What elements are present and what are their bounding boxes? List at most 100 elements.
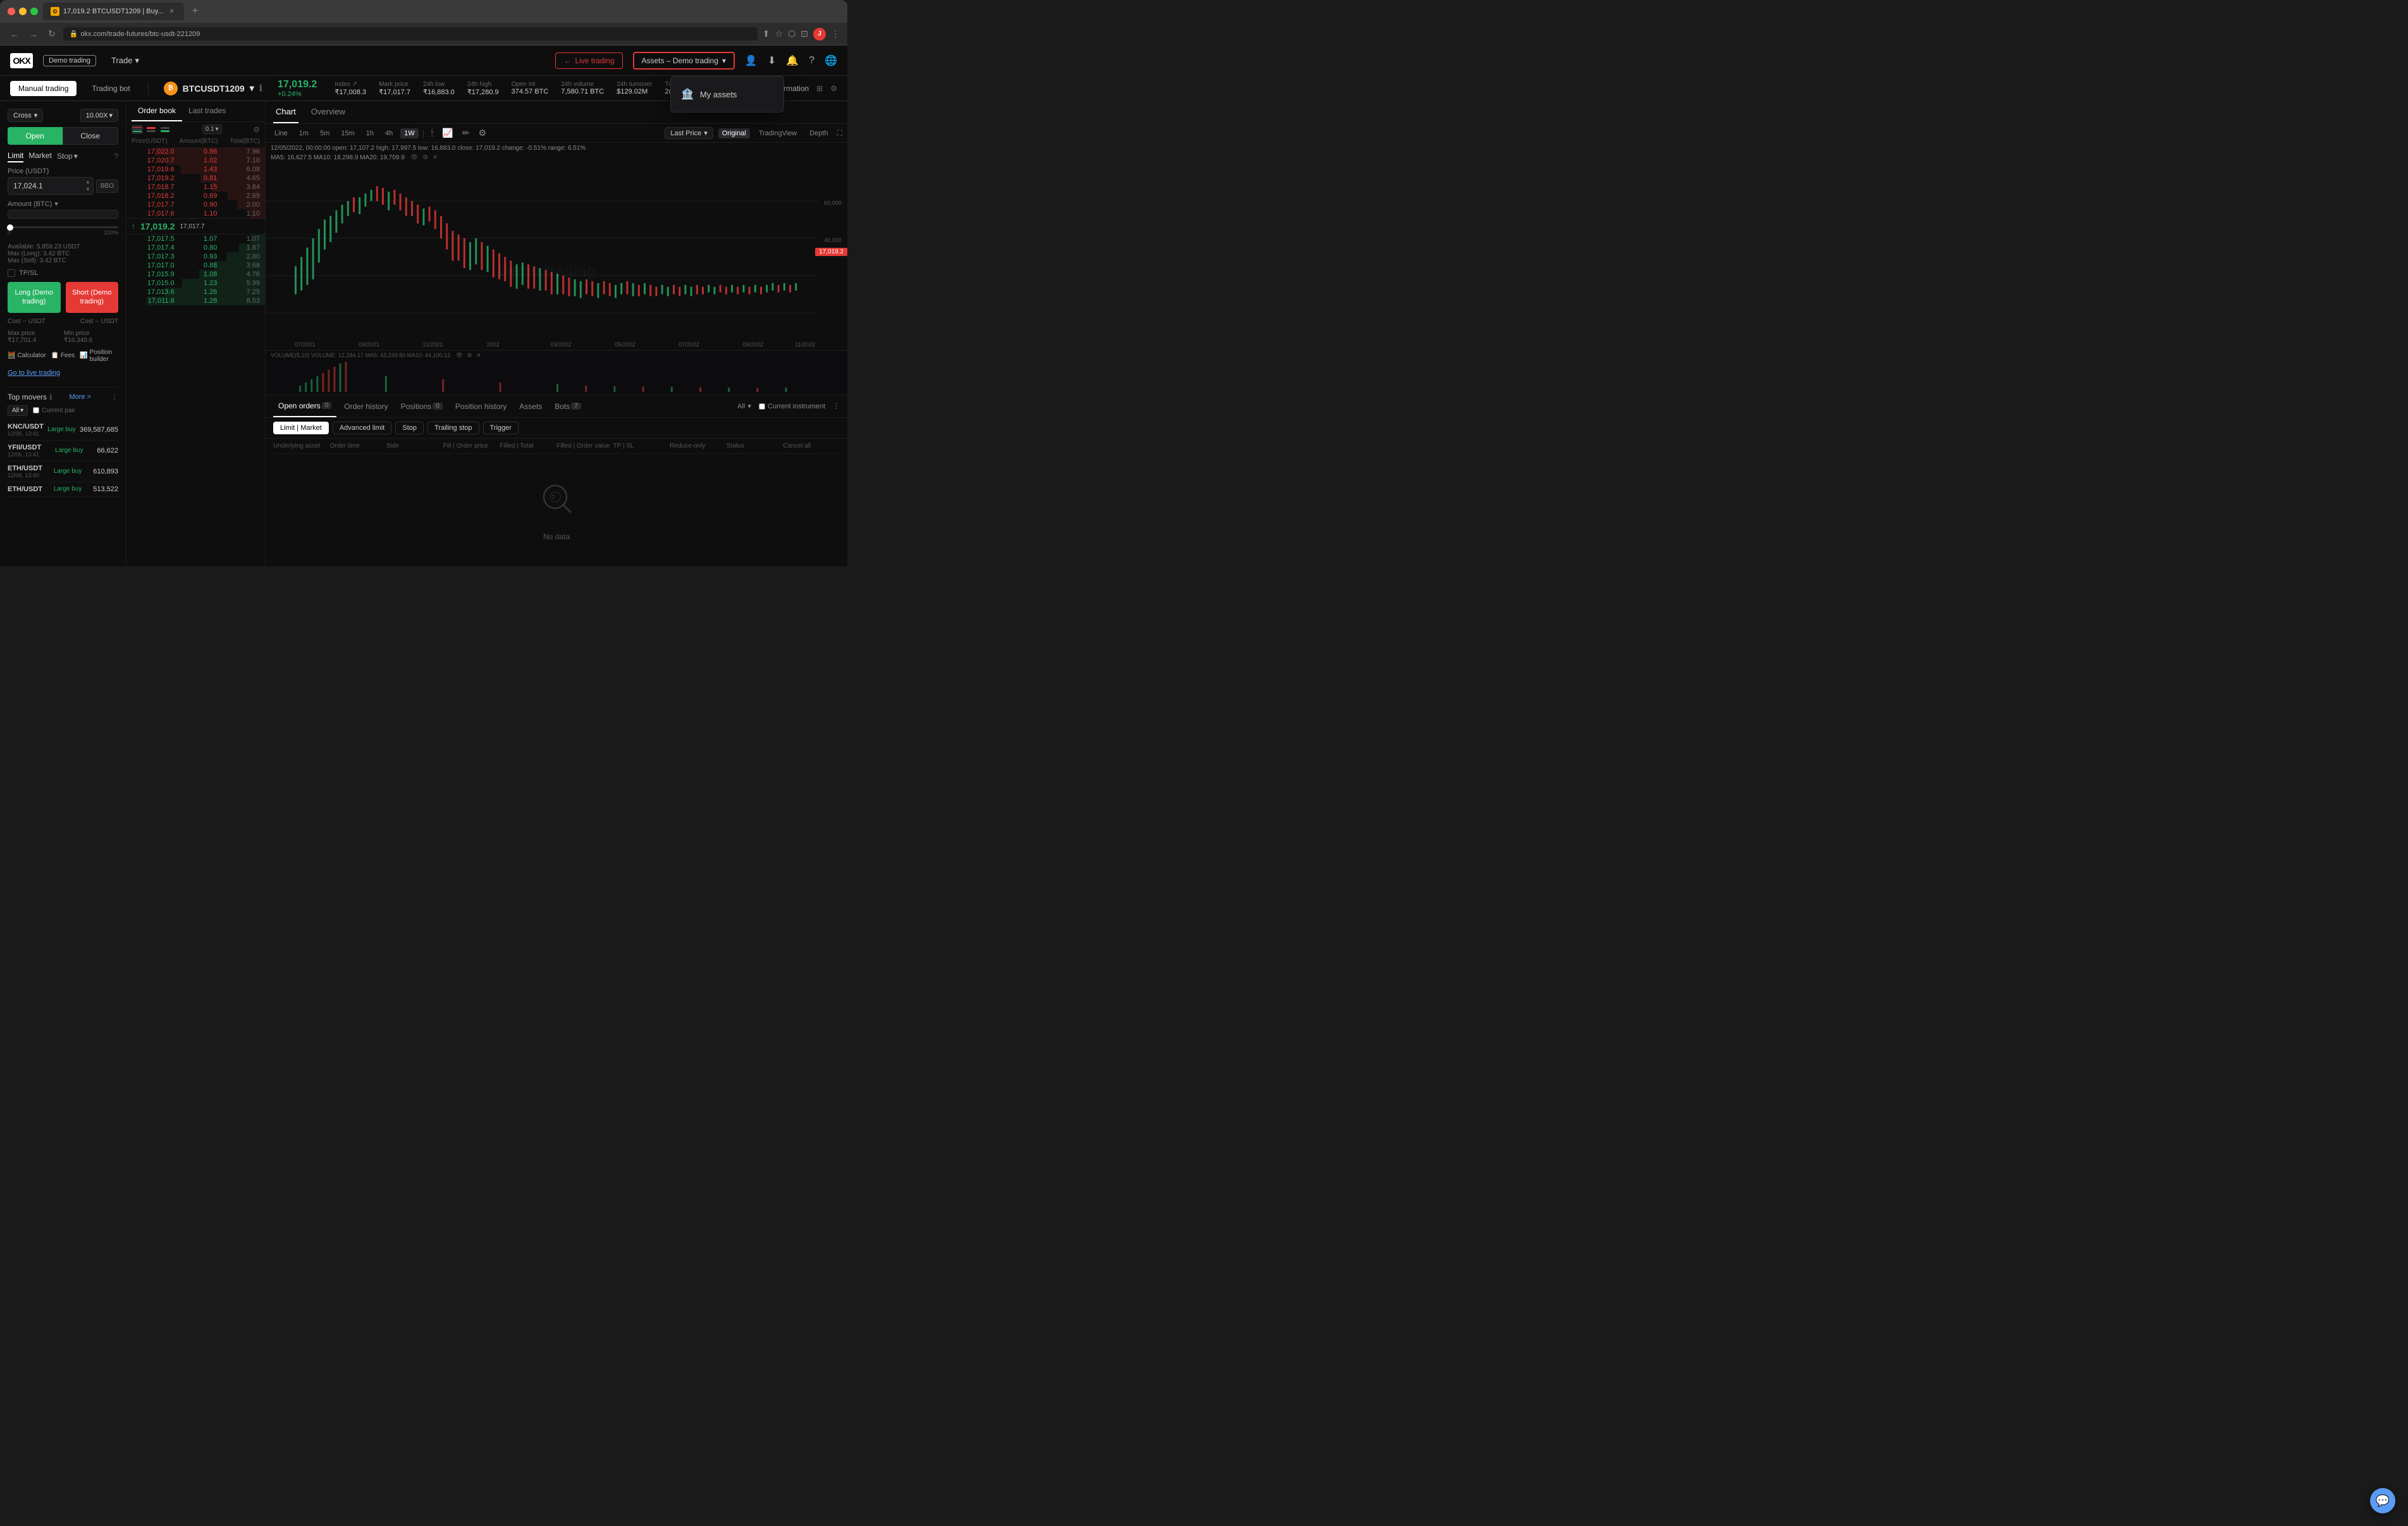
position-builder-tool[interactable]: 📊 Position builder [80,349,118,363]
filter-stop[interactable]: Stop [395,422,424,434]
table-row[interactable]: 17,020.7 1.02 7.10 [126,156,265,165]
trading-bot-button[interactable]: Trading bot [84,82,137,95]
depth-btn[interactable]: Depth [806,128,832,138]
table-row[interactable]: 17,017.0 0.88 3.68 [126,261,265,270]
table-row[interactable]: 17,017.5 1.07 1.07 [126,235,265,243]
back-button[interactable]: ← [8,28,22,40]
ct-candle-icon[interactable]: 🕯 [428,126,436,140]
ct-1w-btn[interactable]: 1W [400,128,419,138]
last-price-select[interactable]: Last Price ▾ [665,127,713,139]
slider-thumb[interactable] [7,224,13,231]
download-icon[interactable]: ⬇ [768,54,776,67]
browser-tab-active[interactable]: O 17,019.2 BTCUSDT1209 | Buy... ✕ [43,3,184,20]
browser-user-avatar[interactable]: J [813,28,826,40]
calculator-tool[interactable]: 🧮 Calculator [8,349,46,363]
current-pair-checkbox[interactable] [33,407,39,413]
extensions-icon[interactable]: ⬡ [788,28,796,39]
ct-settings-icon[interactable]: ⚙ [476,126,489,140]
filter-trigger[interactable]: Trigger [483,422,519,434]
assets-demo-button[interactable]: Assets – Demo trading ▾ [633,52,735,70]
address-bar[interactable]: 🔒 okx.com/trade-futures/btc-usdt-221209 [63,27,758,40]
ob-size-select[interactable]: 0.1 ▾ [202,125,222,134]
close-button[interactable]: Close [63,127,119,145]
my-assets-item[interactable]: 🏦 My assets [671,82,783,107]
maximize-window-button[interactable] [30,8,38,15]
tab-orderbook[interactable]: Order book [132,101,182,121]
more-options-icon[interactable]: ⋮ [831,28,840,39]
close-window-button[interactable] [8,8,15,15]
help-icon[interactable]: ? [809,55,814,66]
table-row[interactable]: 17,017.7 0.90 2.00 [126,200,265,209]
tradingview-btn[interactable]: TradingView [755,128,801,138]
movers-filter-all[interactable]: All ▾ [8,405,28,416]
open-button[interactable]: Open [8,127,63,145]
ct-5m-btn[interactable]: 5m [316,128,333,138]
tab-positions[interactable]: Positions 0 [396,395,448,417]
tab-assets[interactable]: Assets [514,395,547,417]
market-tab[interactable]: Market [28,150,52,162]
original-btn[interactable]: Original [718,128,750,138]
go-live-link[interactable]: Go to live trading [8,369,60,377]
settings-icon[interactable]: ⚙ [830,84,837,93]
trade-menu[interactable]: Trade ▾ [106,53,144,68]
bookmark-icon[interactable]: ☆ [775,28,783,39]
ct-1h-btn[interactable]: 1h [362,128,378,138]
ob-view-sell-icon[interactable] [145,125,157,134]
filter-limit-market[interactable]: Limit | Market [273,422,329,434]
short-button[interactable]: Short (Demo trading) [66,282,119,313]
table-row[interactable]: 17,017.6 1.10 1.10 [126,209,265,218]
bottom-menu-icon[interactable]: ⋮ [833,402,840,410]
ct-line-btn[interactable]: Line [271,128,292,138]
screenshot-icon[interactable]: ⬆ [763,28,770,39]
layout-icon[interactable]: ⊞ [816,84,823,93]
demo-trading-button[interactable]: Demo trading [43,55,96,66]
live-trading-button[interactable]: ← Live trading [555,52,622,69]
fees-tool[interactable]: 📋 Fees [51,349,75,363]
leverage-select[interactable]: 10.00X ▾ [80,109,118,122]
table-row[interactable]: 17,011.8 1.28 8.53 [126,296,265,305]
ma-close-icon[interactable]: ✕ [433,154,438,161]
table-row[interactable]: 17,018.2 0.69 2.69 [126,192,265,200]
vol-close-icon[interactable]: ✕ [476,352,481,358]
tab-position-history[interactable]: Position history [450,395,512,417]
ct-draw-icon[interactable]: ✏ [460,126,472,140]
filter-trailing-stop[interactable]: Trailing stop [427,422,479,434]
tab-chart[interactable]: Chart [273,101,298,123]
table-row[interactable]: 17,022.0 0.86 7.96 [126,147,265,156]
table-row[interactable]: 17,015.9 1.08 4.76 [126,270,265,279]
ct-4h-btn[interactable]: 4h [381,128,396,138]
chat-button[interactable]: 💬 [2370,1488,2395,1513]
new-tab-button[interactable]: + [189,5,202,18]
tab-overview[interactable]: Overview [309,101,348,123]
stop-tab[interactable]: Stop ▾ [57,152,78,161]
forward-button[interactable]: → [27,28,40,40]
manual-trading-button[interactable]: Manual trading [10,81,77,96]
table-row[interactable]: 17,015.0 1.23 5.99 [126,279,265,288]
ob-view-both-icon[interactable] [132,125,143,134]
margin-select[interactable]: Cross ▾ [8,109,43,122]
table-row[interactable]: 17,019.2 0.81 4.65 [126,174,265,183]
ct-15m-btn[interactable]: 15m [337,128,358,138]
ct-1m-btn[interactable]: 1m [295,128,312,138]
vol-settings-icon[interactable]: ⚙ [467,352,472,358]
ma-settings-icon[interactable]: ⚙ [422,154,428,161]
long-button[interactable]: Long (Demo trading) [8,282,61,313]
minimize-window-button[interactable] [19,8,27,15]
price-down-button[interactable]: ▼ [83,186,93,193]
limit-tab[interactable]: Limit [8,150,23,162]
tpsl-checkbox[interactable] [8,269,15,277]
person-icon[interactable]: 👤 [745,54,758,67]
pair-selector[interactable]: ₿ BTCUSDT1209 ▾ ℹ [159,82,267,95]
globe-icon[interactable]: 🌐 [825,54,837,67]
ob-view-buy-icon[interactable] [159,125,171,134]
price-input[interactable] [8,178,83,194]
fullscreen-icon[interactable]: ⛶ [837,128,842,138]
tab-bots[interactable]: Bots 7 [550,395,586,417]
table-row[interactable]: 17,019.6 1.43 6.08 [126,165,265,174]
slider-track[interactable] [8,226,118,228]
ct-indicator-icon[interactable]: 📈 [439,126,455,140]
table-row[interactable]: 17,013.6 1.26 7.25 [126,288,265,296]
table-row[interactable]: 17,017.3 0.93 2.80 [126,252,265,261]
movers-more-button[interactable]: More > [70,393,92,401]
bell-icon[interactable]: 🔔 [786,54,799,67]
